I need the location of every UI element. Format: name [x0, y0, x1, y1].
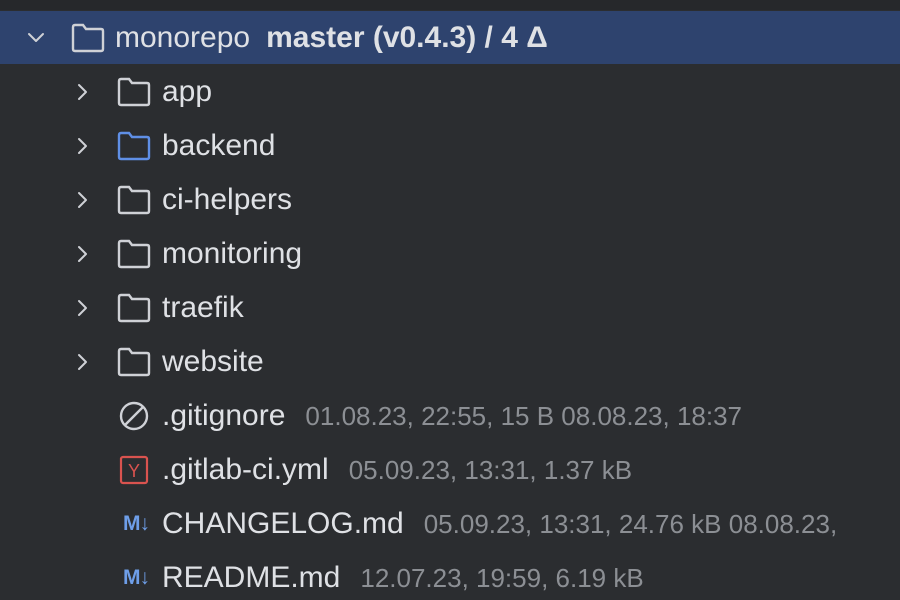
file-meta: 05.09.23, 13:31, 1.37 kB: [348, 455, 633, 485]
tree-item-label: backend: [162, 129, 276, 162]
tree-item-label: .gitignore 01.08.23, 22:55, 15 B 08.08.23…: [162, 398, 742, 434]
folder-icon: [116, 290, 152, 326]
file-name: .gitignore: [162, 399, 286, 432]
tree-item-website[interactable]: website: [0, 335, 900, 389]
chevron-right-icon[interactable]: [72, 298, 92, 318]
file-name: .gitlab-ci.yml: [162, 453, 329, 486]
tree-item-label: .gitlab-ci.yml 05.09.23, 13:31, 1.37 kB: [162, 452, 632, 488]
project-tree-panel: monorepo master (v0.4.3) / 4 Δ app backen…: [0, 0, 900, 600]
chevron-right-icon[interactable]: [72, 190, 92, 210]
folder-icon: [70, 20, 106, 56]
tree-item-backend[interactable]: backend: [0, 119, 900, 173]
tree-root-row[interactable]: monorepo master (v0.4.3) / 4 Δ: [0, 11, 900, 64]
tree-item-gitlab-ci[interactable]: Y .gitlab-ci.yml 05.09.23, 13:31, 1.37 kB: [0, 443, 900, 497]
tree-root-label: monorepo master (v0.4.3) / 4 Δ: [115, 20, 548, 56]
vcs-branch-status: master (v0.4.3) / 4 Δ: [266, 20, 548, 54]
file-meta: 12.07.23, 19:59, 6.19 kB: [360, 563, 644, 593]
yaml-icon: Y: [116, 452, 152, 488]
markdown-icon: M↓: [123, 512, 150, 535]
tree-item-monitoring[interactable]: monitoring: [0, 227, 900, 281]
folder-icon: [116, 74, 152, 110]
chevron-right-icon[interactable]: [72, 136, 92, 156]
folder-icon: [116, 344, 152, 380]
tree-item-label: ci-helpers: [162, 183, 293, 216]
folder-icon: [116, 182, 152, 218]
tree-item-traefik[interactable]: traefik: [0, 281, 900, 335]
chevron-right-icon[interactable]: [72, 352, 92, 372]
file-meta: 05.09.23, 13:31, 24.76 kB 08.08.23,: [423, 509, 838, 539]
tree-item-label: README.md 12.07.23, 19:59, 6.19 kB: [162, 560, 644, 596]
tree-item-label: app: [162, 75, 213, 108]
folder-icon: [116, 236, 152, 272]
markdown-icon: M↓: [123, 566, 150, 589]
tree-item-app[interactable]: app: [0, 65, 900, 119]
tree-item-label: monitoring: [162, 237, 303, 270]
tree-item-ci-helpers[interactable]: ci-helpers: [0, 173, 900, 227]
file-name: README.md: [162, 561, 341, 594]
chevron-right-icon[interactable]: [72, 82, 92, 102]
yaml-icon-letter: Y: [128, 461, 140, 481]
tree-item-gitignore[interactable]: .gitignore 01.08.23, 22:55, 15 B 08.08.23…: [0, 389, 900, 443]
tree-item-changelog[interactable]: M↓ CHANGELOG.md 05.09.23, 13:31, 24.76 kB…: [0, 497, 900, 551]
tree-item-label: traefik: [162, 291, 244, 324]
ignore-icon: [116, 398, 152, 434]
tree-item-label: CHANGELOG.md 05.09.23, 13:31, 24.76 kB 08…: [162, 506, 837, 542]
root-folder-name: monorepo: [115, 20, 251, 54]
tree-item-label: website: [162, 345, 264, 378]
tree-item-readme[interactable]: M↓ README.md 12.07.23, 19:59, 6.19 kB: [0, 551, 900, 600]
file-name: CHANGELOG.md: [162, 507, 404, 540]
file-meta: 01.08.23, 22:55, 15 B 08.08.23, 18:37: [305, 401, 743, 431]
chevron-right-icon[interactable]: [72, 244, 92, 264]
chevron-down-icon[interactable]: [26, 28, 46, 48]
panel-top-strip: [0, 0, 900, 10]
folder-icon: [116, 128, 152, 164]
